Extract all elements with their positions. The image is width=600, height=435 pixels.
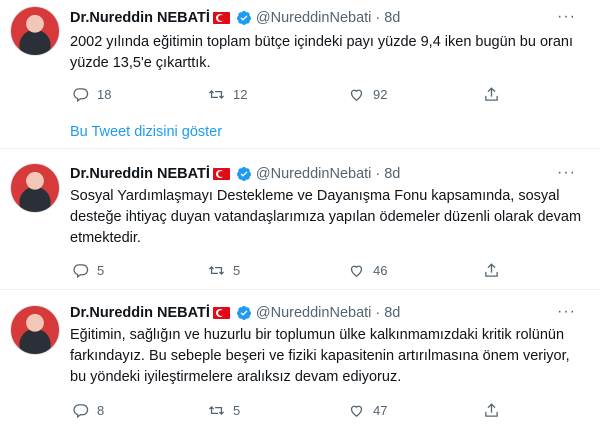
share-button[interactable] bbox=[483, 86, 500, 103]
more-icon[interactable]: ··· bbox=[557, 303, 576, 321]
retweet-count: 5 bbox=[233, 262, 241, 278]
turkish-flag-icon bbox=[212, 168, 230, 180]
retweet-count: 12 bbox=[233, 86, 248, 102]
like-count: 47 bbox=[373, 402, 388, 418]
like-icon bbox=[350, 405, 363, 417]
reply-count: 18 bbox=[97, 86, 112, 102]
show-thread-link[interactable]: Bu Tweet dizisini göster bbox=[70, 124, 222, 140]
like-count: 46 bbox=[373, 262, 388, 278]
separator: · bbox=[375, 305, 381, 321]
reply-button[interactable]: 5 bbox=[72, 262, 104, 279]
share-button[interactable] bbox=[483, 262, 500, 279]
tweet-actions: 18 12 92 bbox=[70, 84, 498, 104]
avatar[interactable] bbox=[10, 6, 60, 56]
timestamp[interactable]: 8d bbox=[384, 166, 400, 182]
tweet-feed: Dr.Nureddin NEBATİ @NureddinNebati · 8d … bbox=[0, 0, 600, 435]
share-button[interactable] bbox=[483, 402, 500, 419]
more-icon[interactable]: ··· bbox=[557, 8, 576, 26]
turkish-flag-icon bbox=[212, 12, 230, 24]
share-icon bbox=[485, 402, 498, 417]
author-name[interactable]: Dr.Nureddin NEBATİ bbox=[70, 305, 210, 321]
retweet-icon bbox=[208, 89, 225, 99]
reply-icon bbox=[73, 403, 89, 418]
author-name[interactable]: Dr.Nureddin NEBATİ bbox=[70, 166, 210, 182]
reply-count: 8 bbox=[97, 402, 105, 418]
tweet-2[interactable]: Dr.Nureddin NEBATİ @NureddinNebati · 8d … bbox=[0, 148, 600, 289]
tweet-text: Sosyal Yardımlaşmayı Destekleme ve Dayan… bbox=[70, 188, 582, 246]
share-icon bbox=[485, 86, 498, 101]
like-count: 92 bbox=[373, 86, 388, 102]
tweet-actions: 8 5 47 bbox=[70, 400, 498, 420]
tweet-1[interactable]: Dr.Nureddin NEBATİ @NureddinNebati · 8d … bbox=[0, 0, 600, 148]
more-icon[interactable]: ··· bbox=[557, 164, 576, 182]
timestamp[interactable]: 8d bbox=[384, 305, 400, 321]
tweet-header: Dr.Nureddin NEBATİ @NureddinNebati · 8d … bbox=[70, 8, 590, 28]
tweet-3[interactable]: Dr.Nureddin NEBATİ @NureddinNebati · 8d … bbox=[0, 289, 600, 435]
tweet-header: Dr.Nureddin NEBATİ @NureddinNebati · 8d … bbox=[70, 164, 590, 184]
like-button[interactable]: 46 bbox=[348, 262, 387, 279]
like-button[interactable]: 47 bbox=[348, 402, 387, 419]
share-icon bbox=[485, 262, 498, 277]
tweet-header: Dr.Nureddin NEBATİ @NureddinNebati · 8d … bbox=[70, 303, 590, 323]
retweet-icon bbox=[208, 405, 225, 415]
verified-badge-icon bbox=[236, 166, 252, 182]
like-icon bbox=[350, 89, 363, 101]
turkish-flag-icon bbox=[212, 307, 230, 319]
separator: · bbox=[375, 10, 381, 26]
author-handle[interactable]: @NureddinNebati bbox=[256, 305, 371, 321]
retweet-button[interactable]: 5 bbox=[208, 262, 240, 279]
retweet-count: 5 bbox=[233, 402, 241, 418]
tweet-actions: 5 5 46 bbox=[70, 260, 498, 280]
timestamp[interactable]: 8d bbox=[384, 10, 400, 26]
reply-icon bbox=[73, 87, 89, 102]
verified-badge-icon bbox=[236, 10, 252, 26]
author-handle[interactable]: @NureddinNebati bbox=[256, 10, 371, 26]
tweet-text: Eğitimin, sağlığın ve huzurlu bir toplum… bbox=[70, 327, 570, 385]
reply-button[interactable]: 8 bbox=[72, 402, 104, 419]
verified-badge-icon bbox=[236, 305, 252, 321]
like-icon bbox=[350, 265, 363, 277]
author-handle[interactable]: @NureddinNebati bbox=[256, 166, 371, 182]
reply-icon bbox=[73, 263, 89, 278]
retweet-button[interactable]: 12 bbox=[208, 86, 247, 103]
tweet-text: 2002 yılında eğitimin toplam bütçe içind… bbox=[70, 34, 573, 71]
reply-count: 5 bbox=[97, 262, 105, 278]
retweet-icon bbox=[208, 265, 225, 275]
like-button[interactable]: 92 bbox=[348, 86, 387, 103]
reply-button[interactable]: 18 bbox=[72, 86, 111, 103]
avatar[interactable] bbox=[10, 305, 60, 355]
avatar[interactable] bbox=[10, 163, 60, 213]
author-name[interactable]: Dr.Nureddin NEBATİ bbox=[70, 10, 210, 26]
separator: · bbox=[375, 166, 381, 182]
retweet-button[interactable]: 5 bbox=[208, 402, 240, 419]
